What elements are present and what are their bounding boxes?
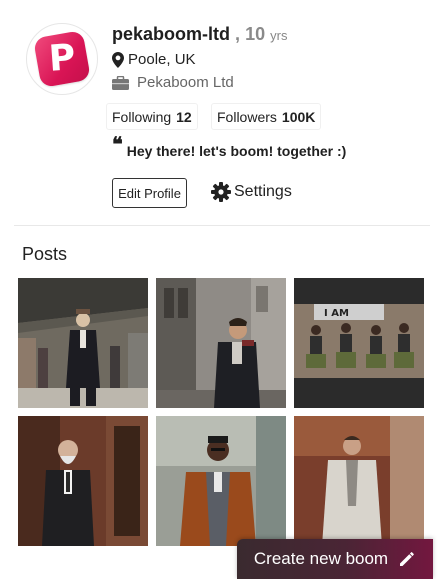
divider [14, 225, 430, 226]
age-value: 10 [245, 24, 266, 44]
bio: ❝ Hey there! let's boom! together :) [112, 132, 347, 159]
create-new-boom-button[interactable]: Create new boom [237, 539, 433, 579]
gear-icon [211, 182, 234, 202]
post-thumbnail[interactable]: I AM [294, 278, 424, 408]
post-thumbnail[interactable] [156, 278, 286, 408]
following-count: 12 [176, 108, 192, 125]
followers-stat[interactable]: Followers 100K [211, 103, 322, 130]
avatar[interactable]: P [26, 23, 98, 95]
post-thumbnail[interactable] [294, 416, 424, 546]
brand-logo: P [33, 30, 91, 88]
settings-label: Settings [234, 183, 292, 200]
bio-text: Hey there! let's boom! together :) [126, 143, 347, 159]
svg-text:I AM: I AM [324, 308, 349, 319]
settings-button[interactable]: Settings [211, 182, 292, 202]
followers-label: Followers [217, 108, 277, 125]
edit-profile-button[interactable]: Edit Profile [112, 178, 187, 208]
post-thumbnail[interactable] [18, 416, 148, 546]
create-new-boom-label: Create new boom [253, 549, 389, 568]
quote-icon: ❝ [112, 132, 123, 156]
location-row: Poole, UK [112, 51, 196, 68]
profile-name-row: pekaboom-ltd , 10 yrs [112, 24, 287, 45]
posts-heading: Posts [22, 244, 68, 264]
post-thumbnail[interactable] [156, 416, 286, 546]
age-separator: , [235, 24, 241, 44]
username: pekaboom-ltd [112, 24, 231, 44]
briefcase-icon [112, 75, 129, 90]
following-label: Following [112, 108, 172, 125]
company-text: Pekaboom Ltd [137, 74, 234, 91]
edit-profile-label: Edit Profile [118, 185, 181, 201]
followers-count: 100K [281, 108, 316, 125]
pencil-icon [388, 550, 416, 568]
map-pin-icon [112, 51, 124, 68]
age-unit: yrs [270, 28, 288, 43]
location-text: Poole, UK [128, 51, 196, 68]
company-row: Pekaboom Ltd [112, 74, 234, 91]
following-stat[interactable]: Following 12 [106, 103, 198, 130]
post-thumbnail[interactable] [18, 278, 148, 408]
avatar-letter: P [47, 37, 77, 80]
